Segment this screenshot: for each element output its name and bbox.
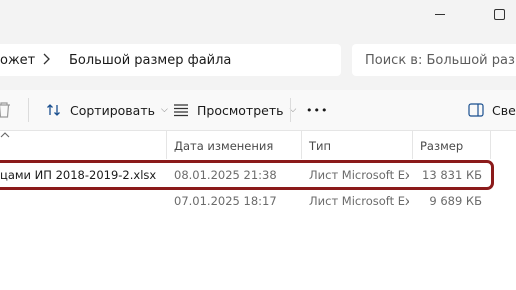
breadcrumb-item-current[interactable]: Большой размер файла bbox=[69, 53, 231, 68]
chevron-down-icon: ⌵ bbox=[160, 105, 168, 115]
chevron-right-icon[interactable] bbox=[41, 51, 51, 71]
column-header-type[interactable]: Тип bbox=[309, 139, 331, 153]
search-input[interactable]: Поиск в: Большой размер файла bbox=[352, 44, 516, 76]
file-date: 07.01.2025 18:17 bbox=[174, 194, 277, 208]
search-placeholder: Поиск в: Большой размер файла bbox=[365, 53, 516, 68]
details-label: Свед bbox=[492, 102, 516, 118]
title-bar bbox=[0, 0, 516, 30]
column-header-date[interactable]: Дата изменения bbox=[174, 139, 273, 153]
more-icon: ••• bbox=[306, 103, 329, 117]
sort-label: Сортировать bbox=[70, 102, 155, 118]
file-date: 08.01.2025 21:38 bbox=[174, 168, 277, 182]
column-header-size[interactable]: Размер bbox=[420, 139, 463, 153]
trash-icon bbox=[0, 102, 10, 118]
column-divider[interactable] bbox=[166, 131, 167, 159]
file-size: 13 831 КБ bbox=[422, 168, 482, 182]
file-size: 9 689 КБ bbox=[429, 194, 482, 208]
details-pane-button[interactable]: Свед bbox=[468, 100, 516, 120]
table-row[interactable]: цами ИП 2018-2019-2.xlsx 08.01.2025 21:3… bbox=[0, 162, 516, 188]
table-row[interactable]: 07.01.2025 18:17 Лист Microsoft Excel 9 … bbox=[0, 188, 516, 214]
sort-caret-icon bbox=[0, 131, 10, 142]
column-header-row: Дата изменения Тип Размер bbox=[0, 131, 516, 159]
sort-icon bbox=[47, 104, 60, 116]
toolbar-divider bbox=[28, 98, 29, 122]
details-pane-icon bbox=[468, 103, 484, 117]
delete-button[interactable] bbox=[0, 100, 20, 120]
breadcrumb[interactable]: ожет Большой размер файла bbox=[0, 44, 341, 76]
column-divider[interactable] bbox=[412, 131, 413, 159]
minimize-icon[interactable] bbox=[435, 14, 445, 15]
sort-button[interactable]: Сортировать ⌵ bbox=[46, 100, 168, 120]
file-type: Лист Microsoft Excel bbox=[309, 194, 409, 208]
file-type: Лист Microsoft Excel bbox=[309, 168, 409, 182]
view-label: Просмотреть bbox=[197, 102, 284, 118]
breadcrumb-item-prev[interactable]: ожет bbox=[0, 53, 35, 68]
column-divider[interactable] bbox=[301, 131, 302, 159]
command-bar: Сортировать ⌵ Просмотреть ⌵ ••• Свед bbox=[0, 90, 516, 131]
column-divider[interactable] bbox=[490, 131, 491, 159]
file-name: цами ИП 2018-2019-2.xlsx bbox=[0, 168, 157, 182]
toolbar-divider bbox=[290, 98, 291, 122]
address-bar: ожет Большой размер файла Поиск в: Больш… bbox=[0, 30, 516, 90]
maximize-icon[interactable] bbox=[494, 9, 505, 20]
more-options-button[interactable]: ••• bbox=[306, 100, 328, 120]
view-button[interactable]: Просмотреть ⌵ bbox=[173, 100, 296, 120]
view-list-icon bbox=[174, 104, 188, 117]
